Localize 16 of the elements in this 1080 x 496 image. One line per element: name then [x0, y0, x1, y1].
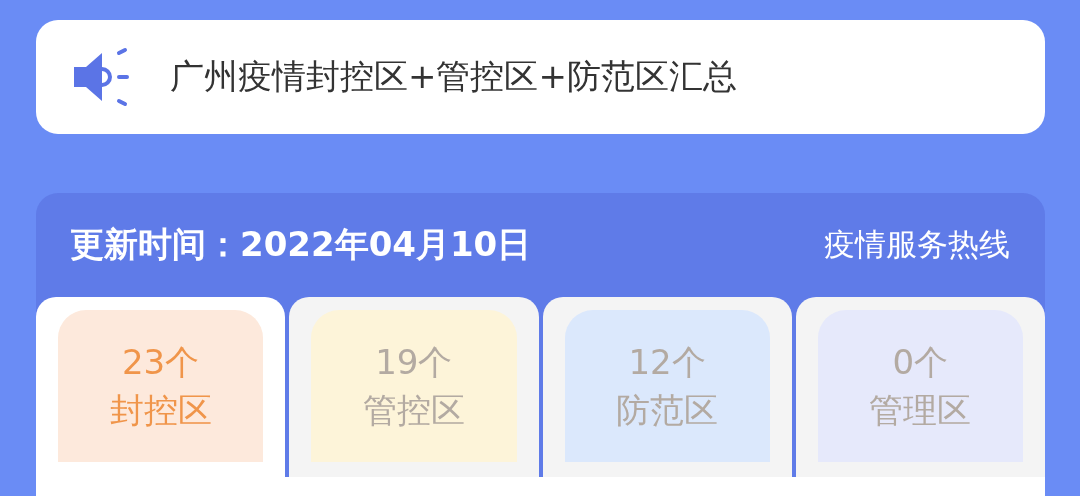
zone-tab[interactable]: 19个 管控区	[289, 297, 539, 477]
zone-count: 19个	[375, 341, 453, 384]
hotline-link[interactable]: 疫情服务热线	[824, 224, 1010, 266]
notice-title: 广州疫情封控区+管控区+防范区汇总	[170, 55, 737, 98]
zone-label: 管理区	[869, 389, 972, 432]
zone-count: 12个	[628, 341, 706, 384]
zone-label: 防范区	[616, 389, 719, 432]
zone-count: 0个	[892, 341, 949, 384]
speaker-icon	[72, 47, 132, 107]
zone-tab[interactable]: 0个 管理区	[795, 297, 1045, 477]
update-time: 更新时间：2022年04月10日	[70, 223, 532, 266]
zone-tab[interactable]: 12个 防范区	[542, 297, 792, 477]
zone-count: 23个	[122, 341, 200, 384]
zone-label: 封控区	[109, 389, 212, 432]
zone-tab[interactable]: 23个 封控区	[36, 297, 286, 477]
zone-label: 管控区	[362, 389, 465, 432]
